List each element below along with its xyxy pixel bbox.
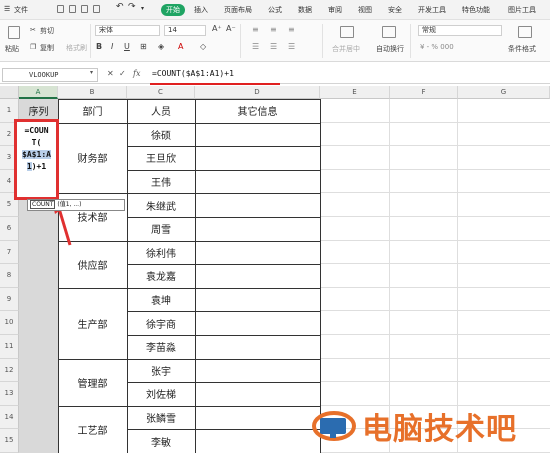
watermark-text: 电脑技术吧 (362, 412, 517, 447)
spreadsheet-app: { "menu": { "file": "文件", "start": "开始",… (0, 0, 550, 453)
watermark-logo-icon (312, 411, 356, 441)
arrow-shaft (56, 204, 72, 246)
watermark: 电脑技术吧 (310, 402, 548, 447)
tooltip-function-name: COUNT (30, 200, 56, 209)
tooltip-args: (值1, ...) (57, 201, 82, 208)
function-tooltip: COUNT (值1, ...) (27, 199, 125, 211)
arrow-annotation (52, 201, 72, 246)
